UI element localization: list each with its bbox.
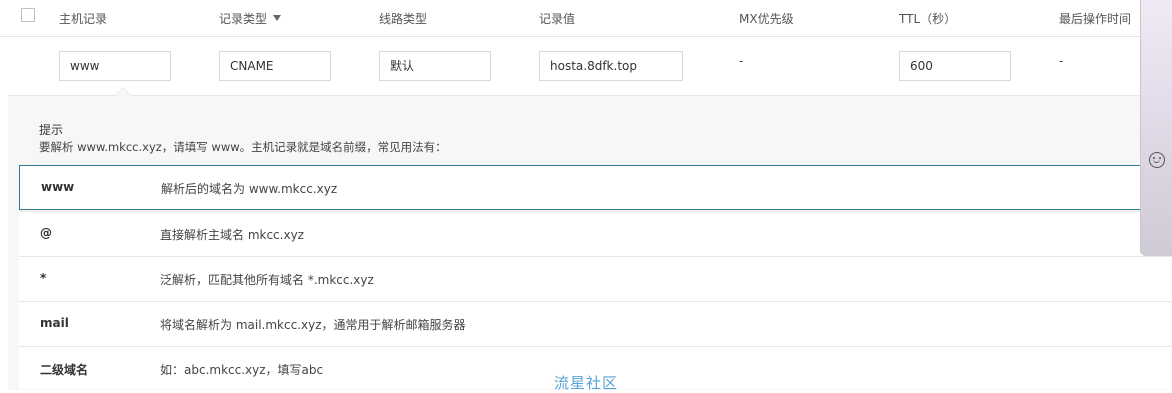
ttl-input[interactable]: 600 bbox=[899, 51, 1011, 81]
header-line: 线路类型 bbox=[379, 12, 428, 26]
header-value: 记录值 bbox=[539, 12, 576, 26]
hint-key: @ bbox=[40, 226, 52, 240]
hint-row-wildcard[interactable]: * 泛解析，匹配其他所有域名 *.mkcc.xyz bbox=[19, 256, 1172, 301]
select-all-checkbox[interactable] bbox=[21, 8, 35, 22]
hint-value: 直接解析主域名 mkcc.xyz bbox=[160, 228, 304, 242]
hint-key: mail bbox=[40, 316, 69, 330]
hint-value: 将域名解析为 mail.mkcc.xyz，通常用于解析邮箱服务器 bbox=[160, 318, 466, 332]
hint-caret bbox=[115, 88, 131, 96]
watermark: 流星社区 bbox=[554, 374, 619, 392]
host-input[interactable]: www bbox=[59, 51, 171, 81]
value-input[interactable]: hosta.8dfk.top bbox=[539, 51, 683, 81]
hint-value: 解析后的域名为 www.mkcc.xyz bbox=[161, 182, 338, 196]
header-last-op: 最后操作时间 bbox=[1059, 12, 1132, 26]
line-select[interactable]: 默认 bbox=[379, 51, 491, 81]
hint-title: 提示 bbox=[39, 123, 64, 137]
hint-description: 要解析 www.mkcc.xyz，请填写 www。主机记录就是域名前缀，常见用法… bbox=[39, 140, 447, 154]
side-feedback-widget[interactable] bbox=[1140, 0, 1172, 256]
hint-row-www[interactable]: www 解析后的域名为 www.mkcc.xyz bbox=[19, 165, 1172, 210]
mx-value: - bbox=[739, 54, 744, 68]
header-host: 主机记录 bbox=[59, 12, 108, 26]
hint-key: * bbox=[40, 271, 47, 285]
hint-row-at[interactable]: @ 直接解析主域名 mkcc.xyz bbox=[19, 211, 1172, 256]
hint-value: 如：abc.mkcc.xyz，填写abc bbox=[160, 363, 324, 377]
header-type-label: 记录类型 bbox=[219, 12, 268, 26]
header-type[interactable]: 记录类型 bbox=[219, 10, 282, 27]
smiley-icon[interactable] bbox=[1149, 152, 1165, 168]
last-op-value: - bbox=[1059, 54, 1064, 68]
type-select[interactable]: CNAME bbox=[219, 51, 331, 81]
hint-key: 二级域名 bbox=[40, 363, 89, 377]
hint-row-mail[interactable]: mail 将域名解析为 mail.mkcc.xyz，通常用于解析邮箱服务器 bbox=[19, 301, 1172, 346]
header-mx: MX优先级 bbox=[739, 12, 794, 26]
hint-value: 泛解析，匹配其他所有域名 *.mkcc.xyz bbox=[160, 273, 374, 287]
table-header bbox=[0, 0, 1172, 37]
header-ttl: TTL（秒） bbox=[899, 12, 957, 26]
hint-key: www bbox=[41, 180, 75, 194]
filter-icon[interactable] bbox=[273, 14, 282, 21]
